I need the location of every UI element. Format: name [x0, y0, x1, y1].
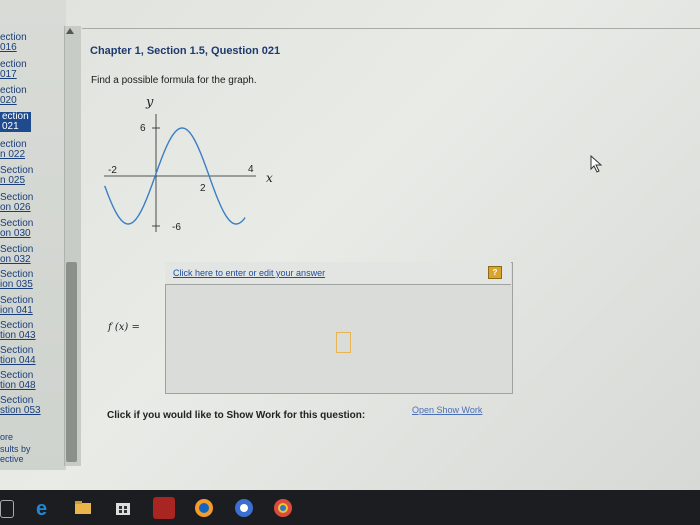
mouse-pointer-icon — [590, 155, 603, 173]
answer-input-placeholder-box[interactable] — [336, 332, 351, 353]
edge-icon[interactable]: e — [32, 497, 54, 520]
sidebar-item[interactable]: Section ion 035 — [0, 270, 33, 290]
question-title: Chapter 1, Section 1.5, Question 021 — [90, 45, 281, 57]
chrome-icon[interactable] — [233, 497, 255, 519]
sidebar-results-link-2[interactable]: ective — [0, 454, 24, 464]
chrome-icon[interactable] — [272, 497, 294, 519]
fx-label: f (x) = — [108, 322, 140, 333]
task-view-icon[interactable] — [0, 500, 14, 518]
sidebar-item[interactable]: ection 017 — [0, 60, 27, 80]
open-show-work-link[interactable]: Open Show Work — [412, 405, 482, 415]
store-icon[interactable] — [112, 497, 134, 519]
svg-text:e: e — [36, 498, 47, 519]
sidebar: ection 016 ection 017 ection 020 ection 021 … — [0, 0, 66, 470]
scroll-up-arrow-icon[interactable] — [66, 28, 74, 34]
sine-graph: y x 6 -6 -2 2 4 — [104, 95, 273, 233]
sidebar-item[interactable]: Section tion 044 — [0, 346, 36, 366]
y-top-label: 6 — [140, 123, 146, 134]
x-right-label: 4 — [248, 164, 254, 175]
sidebar-results-link[interactable]: sults by — [0, 444, 31, 454]
x-mid-label: 2 — [200, 183, 206, 194]
help-icon[interactable]: ? — [488, 266, 502, 279]
app-icon[interactable] — [153, 497, 175, 519]
question-prompt: Find a possible formula for the graph. — [91, 75, 257, 86]
sidebar-item[interactable]: Section on 032 — [0, 245, 33, 265]
screen: ection 016 ection 017 ection 020 ection 021 … — [0, 0, 700, 490]
x-axis-label: x — [266, 171, 273, 185]
sidebar-item[interactable]: Section on 026 — [0, 193, 33, 213]
x-left-label: -2 — [108, 165, 117, 176]
sidebar-item[interactable]: ection 020 — [0, 86, 27, 106]
sidebar-item[interactable]: Section tion 048 — [0, 371, 36, 391]
sidebar-item[interactable]: ection 016 — [0, 33, 27, 53]
folder-icon[interactable] — [72, 497, 94, 519]
sidebar-item[interactable]: Section tion 043 — [0, 321, 36, 341]
sidebar-more-link[interactable]: ore — [0, 432, 13, 442]
sidebar-item-active[interactable]: ection 021 — [0, 112, 31, 132]
sidebar-item[interactable]: Section stion 053 — [0, 396, 41, 416]
y-axis-label: y — [145, 95, 154, 110]
sidebar-item[interactable]: ection n 022 — [0, 140, 27, 160]
scrollbar-thumb[interactable] — [66, 262, 77, 462]
y-bottom-label: -6 — [172, 222, 181, 233]
enter-answer-link[interactable]: Click here to enter or edit your answer — [173, 268, 325, 278]
content-divider — [82, 28, 700, 29]
sidebar-item[interactable]: Section on 030 — [0, 219, 33, 239]
media-icon[interactable] — [193, 497, 215, 519]
show-work-text: Click if you would like to Show Work for… — [107, 410, 366, 421]
taskbar — [0, 490, 700, 525]
sidebar-item[interactable]: Section n 025 — [0, 166, 33, 186]
sidebar-item[interactable]: Section ion 041 — [0, 296, 33, 316]
